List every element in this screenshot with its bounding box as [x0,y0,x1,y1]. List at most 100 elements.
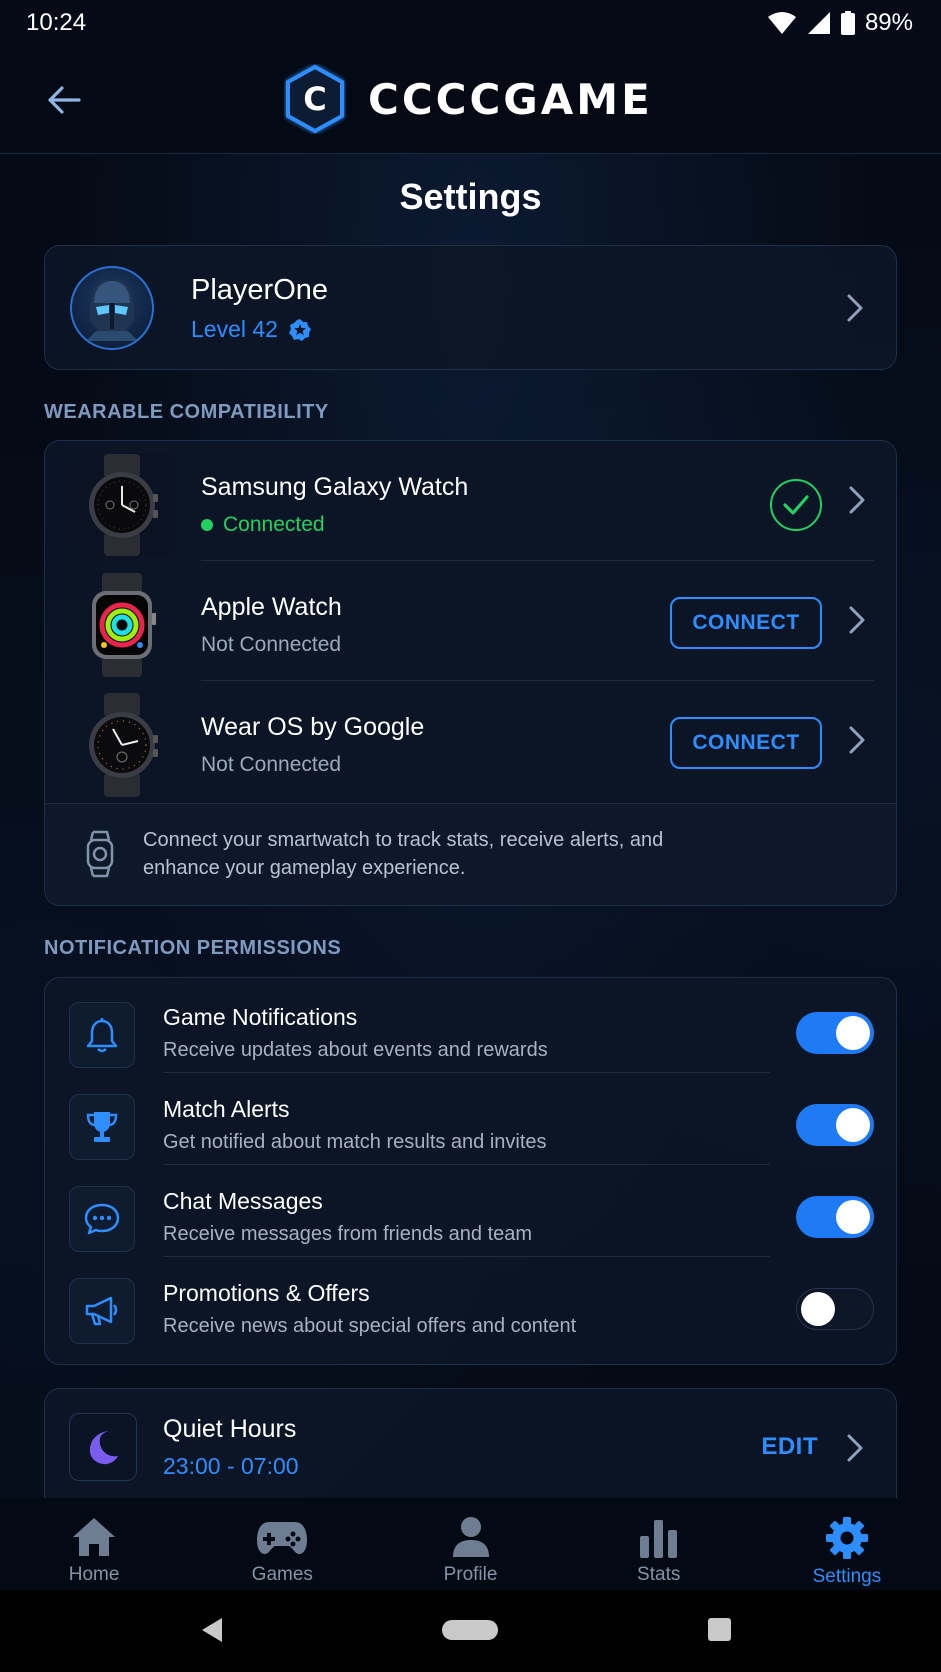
moon-icon [69,1413,137,1481]
nav-profile[interactable]: Profile [376,1498,564,1590]
page-title: Settings [399,176,542,217]
wearable-name: Apple Watch [201,593,342,621]
toggle-knob [836,1108,870,1142]
nav-home[interactable]: Home [0,1498,188,1590]
connect-apple-watch-button[interactable]: CONNECT [670,597,822,649]
chat-messages-toggle[interactable] [796,1196,874,1238]
system-home-button[interactable] [442,1620,498,1640]
smartwatch-icon [86,830,114,878]
wearable-status: Not Connected [201,753,342,776]
status-dot-icon [201,519,213,531]
nav-label: Home [68,1564,120,1585]
wearable-name: Samsung Galaxy Watch [201,473,469,501]
level-badge-icon [288,318,311,341]
toggle-knob [836,1016,870,1050]
notification-description: Receive news about special offers and co… [163,1315,577,1337]
wearos-watch-image [69,693,175,797]
logo-hex-icon: C [284,64,346,134]
wearable-name: Wear OS by Google [201,713,425,741]
wearable-status-text: Connected [223,513,325,536]
notification-row-game: Game Notifications Receive updates about… [45,978,898,1073]
toggle-knob [836,1200,870,1234]
status-icons: 89% [767,9,913,37]
back-button[interactable] [40,76,88,124]
notification-title: Chat Messages [163,1188,323,1214]
battery-icon [840,11,855,35]
home-icon [73,1518,116,1556]
connected-check-icon [770,479,822,531]
match-alerts-toggle[interactable] [796,1104,874,1146]
nav-label: Settings [812,1566,882,1587]
notification-row-promotions: Promotions & Offers Receive news about s… [45,1254,898,1346]
chevron-right-icon [849,486,865,514]
wearable-info-panel: Connect your smartwatch to track stats, … [45,803,896,905]
game-notifications-toggle[interactable] [796,1012,874,1054]
brand-logo: C CCCCGAME [284,64,653,134]
arrow-left-icon [48,86,81,114]
nav-label: Games [251,1564,313,1585]
profile-level: Level 42 [191,316,312,343]
wearable-status: Not Connected [201,633,342,656]
section-label-notifications: NOTIFICATION PERMISSIONS [44,937,342,959]
app-header: C CCCCGAME [0,46,941,154]
nav-stats[interactable]: Stats [565,1498,753,1590]
chevron-right-icon [849,726,865,754]
connect-wearos-button[interactable]: CONNECT [670,717,822,769]
toggle-knob [801,1292,835,1326]
samsung-watch-image [69,453,175,557]
trophy-icon [69,1094,135,1160]
nav-label: Stats [637,1564,681,1585]
quiet-hours-title: Quiet Hours [163,1415,297,1443]
signal-icon [807,11,831,35]
helmet-icon [86,279,138,341]
system-recents-button[interactable] [708,1618,731,1641]
gamepad-icon [257,1522,308,1554]
nav-games[interactable]: Games [188,1498,376,1590]
profile-card[interactable]: PlayerOne Level 42 [44,245,897,370]
wifi-icon [767,11,797,35]
apple-watch-image [69,573,175,677]
notification-title: Game Notifications [163,1004,358,1030]
system-navigation-bar [0,1590,941,1672]
wearable-row-apple[interactable]: Apple Watch Not Connected CONNECT [45,561,898,681]
chevron-right-icon [849,606,865,634]
wearable-row-samsung[interactable]: Samsung Galaxy Watch Connected [45,441,898,561]
quiet-hours-edit-button[interactable]: EDIT [761,1433,818,1461]
avatar [70,266,154,350]
status-time: 10:24 [26,9,87,36]
brand-name: CCCCGAME [368,74,653,124]
gear-icon [825,1517,868,1559]
quiet-hours-card[interactable]: Quiet Hours 23:00 - 07:00 EDIT [44,1388,897,1508]
megaphone-icon [69,1278,135,1344]
status-bar: 10:24 89% [0,0,941,46]
bar-chart-icon [639,1520,677,1558]
notification-row-match: Match Alerts Get notified about match re… [45,1070,898,1165]
level-text: Level 42 [191,316,278,342]
wearable-row-wearos[interactable]: Wear OS by Google Not Connected CONNECT [45,681,898,801]
notification-title: Promotions & Offers [163,1280,370,1306]
promotions-toggle[interactable] [796,1288,874,1330]
notification-description: Receive updates about events and rewards [163,1039,548,1061]
bell-icon [69,1002,135,1068]
nav-label: Profile [443,1564,498,1585]
notifications-card: Game Notifications Receive updates about… [44,977,897,1365]
section-label-wearables: WEARABLE COMPATIBILITY [44,401,329,423]
notification-description: Get notified about match results and inv… [163,1131,547,1153]
nav-settings[interactable]: Settings [753,1498,941,1590]
chat-icon [69,1186,135,1252]
chevron-right-icon [847,1434,863,1462]
chevron-right-icon [847,294,863,322]
wearables-card: Samsung Galaxy Watch Connected Apple Wat… [44,440,897,906]
svg-text:C: C [303,80,326,118]
notification-description: Receive messages from friends and team [163,1223,533,1245]
notification-title: Match Alerts [163,1096,290,1122]
notification-row-chat: Chat Messages Receive messages from frie… [45,1162,898,1257]
system-back-icon[interactable] [200,1616,224,1644]
quiet-hours-time: 23:00 - 07:00 [163,1453,299,1479]
battery-percent: 89% [864,9,913,36]
wearable-info-text: Connect your smartwatch to track stats, … [143,829,664,879]
profile-name: PlayerOne [191,274,329,306]
bottom-navigation: Home Games Profile Stats Settings [0,1498,941,1590]
wearable-status: Connected [201,513,325,537]
person-icon [452,1517,489,1557]
